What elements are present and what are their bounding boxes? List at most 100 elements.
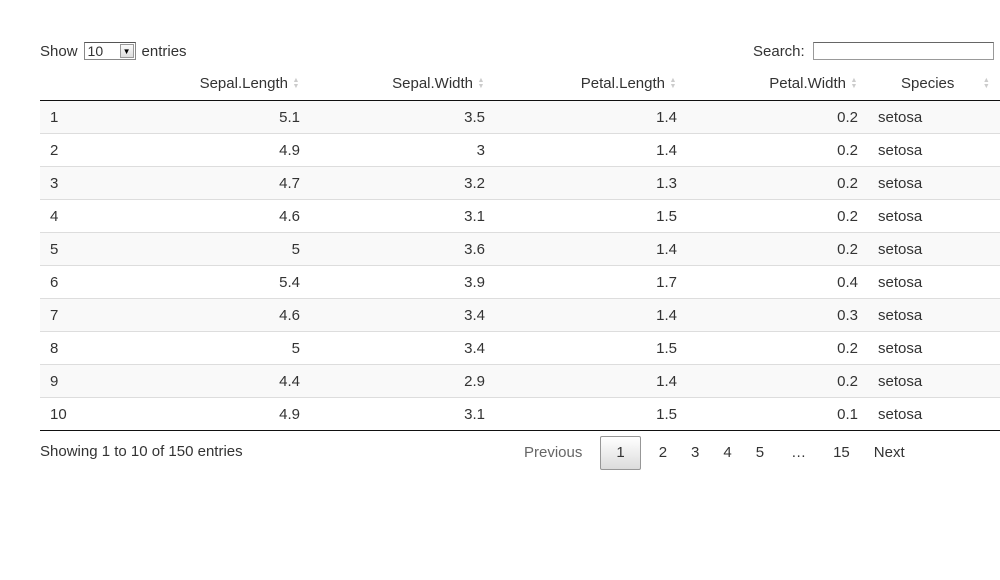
cell-sepal-length: 4.9 xyxy=(130,133,310,167)
table-row: 7 4.6 3.4 1.4 0.3 setosa xyxy=(40,298,1000,332)
page-button-15[interactable]: 15 xyxy=(821,436,862,470)
header-row: Sepal.Length ▲ ▼ Sepal.Width ▲ ▼ Petal.Lengt… xyxy=(40,66,1000,101)
cell-species: setosa xyxy=(868,364,1000,398)
previous-button[interactable]: Previous xyxy=(512,436,594,470)
cell-sepal-length: 4.6 xyxy=(130,199,310,233)
cell-petal-length: 1.4 xyxy=(495,133,687,167)
cell-sepal-width: 3.9 xyxy=(310,265,495,299)
table-row: 6 5.4 3.9 1.7 0.4 setosa xyxy=(40,265,1000,299)
cell-petal-length: 1.4 xyxy=(495,298,687,332)
cell-sepal-length: 4.9 xyxy=(130,397,310,431)
cell-row-index: 6 xyxy=(40,265,130,299)
cell-petal-width: 0.2 xyxy=(687,331,868,365)
page-length-control: Show 10 ▼ entries xyxy=(40,42,187,60)
cell-sepal-length: 4.6 xyxy=(130,298,310,332)
pagination: Previous 1 2 3 4 5 … 15 Next xyxy=(512,436,917,470)
table-row: 1 5.1 3.5 1.4 0.2 setosa xyxy=(40,100,1000,134)
cell-petal-length: 1.5 xyxy=(495,199,687,233)
table-row: 9 4.4 2.9 1.4 0.2 setosa xyxy=(40,364,1000,398)
cell-petal-width: 0.3 xyxy=(687,298,868,332)
entries-label: entries xyxy=(141,42,187,60)
cell-sepal-width: 3.4 xyxy=(310,298,495,332)
cell-row-index: 10 xyxy=(40,397,130,431)
cell-petal-length: 1.3 xyxy=(495,166,687,200)
cell-species: setosa xyxy=(878,108,923,126)
cell-petal-width: 0.1 xyxy=(687,397,868,431)
cell-petal-width: 0.2 xyxy=(837,108,858,126)
cell-petal-length: 1.5 xyxy=(495,331,687,365)
sort-icon: ▲ ▼ xyxy=(982,76,990,90)
page-button-3[interactable]: 3 xyxy=(679,436,711,470)
cell-sepal-width: 3.2 xyxy=(310,166,495,200)
table-row: 8 5 3.4 1.5 0.2 setosa xyxy=(40,331,1000,365)
cell-sepal-length: 5.1 xyxy=(279,108,300,126)
cell-sepal-width: 3.4 xyxy=(310,331,495,365)
cell-row-index: 2 xyxy=(40,133,130,167)
cell-sepal-length: 5 xyxy=(130,232,310,266)
sort-icon: ▲ ▼ xyxy=(477,76,485,90)
column-header-petal-width[interactable]: Petal.Width ▲ ▼ xyxy=(687,66,868,101)
cell-petal-width: 0.2 xyxy=(687,364,868,398)
next-button[interactable]: Next xyxy=(862,436,917,470)
page-button-1[interactable]: 1 xyxy=(600,436,641,470)
cell-petal-length: 1.4 xyxy=(495,364,687,398)
sort-icon: ▲ ▼ xyxy=(850,76,858,90)
table-row: 10 4.9 3.1 1.5 0.1 setosa xyxy=(40,397,1000,431)
cell-species: setosa xyxy=(868,232,1000,266)
cell-sepal-length: 4.4 xyxy=(130,364,310,398)
cell-sepal-length: 5 xyxy=(130,331,310,365)
cell-sepal-width: 3.1 xyxy=(310,397,495,431)
table-row: 3 4.7 3.2 1.3 0.2 setosa xyxy=(40,166,1000,200)
cell-petal-length: 1.4 xyxy=(495,232,687,266)
table-body: 1 5.1 3.5 1.4 0.2 setosa 2 4.9 3 1.4 0.2 setosa 3 4.7… xyxy=(40,100,1000,431)
cell-sepal-width: 2.9 xyxy=(310,364,495,398)
column-header-species[interactable]: Species ▲ ▼ xyxy=(868,66,1000,101)
sort-icon: ▲ ▼ xyxy=(669,76,677,90)
cell-row-index: 9 xyxy=(40,364,130,398)
cell-species: setosa xyxy=(868,166,1000,200)
cell-species: setosa xyxy=(868,199,1000,233)
cell-row-index: 7 xyxy=(40,298,130,332)
cell-species: setosa xyxy=(868,331,1000,365)
cell-species: setosa xyxy=(868,265,1000,299)
page-list: 1 2 3 4 5 … 15 xyxy=(594,436,861,470)
table-row: 2 4.9 3 1.4 0.2 setosa xyxy=(40,133,1000,167)
cell-petal-width: 0.2 xyxy=(687,133,868,167)
page-length-value: 10 xyxy=(87,43,104,59)
page-button-4[interactable]: 4 xyxy=(711,436,743,470)
cell-row-index: 3 xyxy=(40,166,130,200)
page-button-2[interactable]: 2 xyxy=(647,436,679,470)
data-table: Sepal.Length ▲ ▼ Sepal.Width ▲ ▼ Petal.Lengt… xyxy=(40,66,1000,431)
search-label: Search: xyxy=(753,42,805,60)
table-row: 5 5 3.6 1.4 0.2 setosa xyxy=(40,232,1000,266)
cell-sepal-width: 3.5 xyxy=(464,108,485,126)
column-header-sepal-length[interactable]: Sepal.Length ▲ ▼ xyxy=(130,66,310,101)
cell-petal-width: 0.4 xyxy=(687,265,868,299)
cell-petal-width: 0.2 xyxy=(687,166,868,200)
table-info: Showing 1 to 10 of 150 entries xyxy=(40,443,243,460)
cell-petal-width: 0.2 xyxy=(687,199,868,233)
cell-petal-length: 1.4 xyxy=(656,108,677,126)
page-button-5[interactable]: 5 xyxy=(744,436,776,470)
column-header-sepal-width[interactable]: Sepal.Width ▲ ▼ xyxy=(310,66,495,101)
cell-petal-width: 0.2 xyxy=(687,232,868,266)
column-header-index xyxy=(40,66,130,101)
cell-row-index: 8 xyxy=(40,331,130,365)
cell-petal-length: 1.7 xyxy=(495,265,687,299)
cell-row-index: 1 xyxy=(50,108,59,126)
cell-species: setosa xyxy=(868,133,1000,167)
column-header-petal-length[interactable]: Petal.Length ▲ ▼ xyxy=(495,66,687,101)
cell-sepal-width: 3 xyxy=(310,133,495,167)
cell-sepal-length: 5.4 xyxy=(130,265,310,299)
search-control: Search: xyxy=(753,42,994,60)
page-length-select[interactable]: 10 ▼ xyxy=(83,42,136,60)
show-label: Show xyxy=(40,42,78,60)
cell-species: setosa xyxy=(868,298,1000,332)
search-input[interactable] xyxy=(812,42,994,60)
cell-sepal-length: 4.7 xyxy=(130,166,310,200)
cell-petal-length: 1.5 xyxy=(495,397,687,431)
cell-row-index: 5 xyxy=(40,232,130,266)
page-ellipsis: … xyxy=(791,444,807,461)
cell-species: setosa xyxy=(868,397,1000,431)
chevron-down-icon: ▼ xyxy=(119,44,134,58)
